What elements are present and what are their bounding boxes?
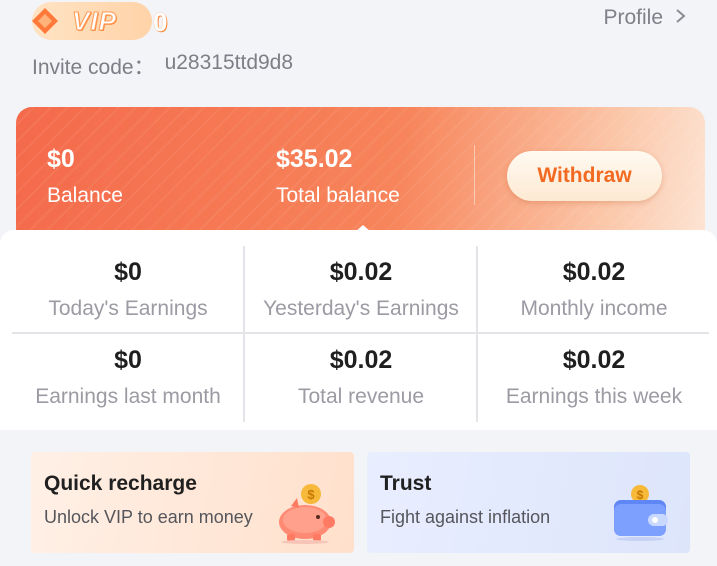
stat-label: Earnings this week bbox=[505, 385, 683, 408]
quick-recharge-card[interactable]: Quick recharge Unlock VIP to earn money … bbox=[31, 452, 354, 553]
stat-todays-earnings[interactable]: $0 Today's Earnings bbox=[12, 246, 244, 334]
invite-code-row: Invite code： u28315ttd9d8 bbox=[32, 51, 293, 81]
stat-label: Earnings last month bbox=[35, 385, 221, 408]
trust-card[interactable]: Trust Fight against inflation $ bbox=[367, 452, 690, 553]
stat-earnings-last-month[interactable]: $0 Earnings last month bbox=[12, 334, 244, 422]
stat-label: Yesterday's Earnings bbox=[263, 297, 459, 320]
invite-label: Invite code： bbox=[32, 56, 155, 79]
trust-title: Trust bbox=[380, 472, 432, 495]
grid-divider bbox=[243, 246, 245, 422]
balance-value: $0 bbox=[47, 145, 75, 173]
piggy-bank-icon: $ bbox=[273, 482, 337, 549]
stat-label: Total revenue bbox=[297, 385, 425, 408]
total-balance-block: $35.02 Total balance bbox=[276, 145, 400, 208]
balance-block: $0 Balance bbox=[47, 145, 123, 208]
trust-subtitle: Fight against inflation bbox=[380, 507, 551, 527]
wallet-icon: $ bbox=[610, 484, 672, 547]
stat-value: $0.02 bbox=[562, 346, 626, 374]
quick-recharge-subtitle: Unlock VIP to earn money bbox=[44, 507, 253, 527]
vip-level: 0 bbox=[153, 7, 168, 37]
svg-text:$: $ bbox=[637, 488, 644, 502]
diamond-icon bbox=[30, 6, 60, 36]
stat-label: Today's Earnings bbox=[48, 297, 208, 320]
grid-divider bbox=[12, 332, 709, 334]
total-balance-value: $35.02 bbox=[276, 145, 353, 173]
total-balance-label: Total balance bbox=[276, 184, 400, 207]
profile-link[interactable]: Profile bbox=[603, 6, 687, 30]
invite-code[interactable]: u28315ttd9d8 bbox=[165, 51, 293, 81]
quick-recharge-title: Quick recharge bbox=[44, 472, 197, 495]
withdraw-button[interactable]: Withdraw bbox=[507, 151, 662, 201]
balance-label: Balance bbox=[47, 184, 123, 207]
grid-divider bbox=[476, 246, 478, 422]
card-divider bbox=[474, 145, 475, 205]
stat-total-revenue[interactable]: $0.02 Total revenue bbox=[245, 334, 477, 422]
vip-label: VIP bbox=[72, 6, 117, 37]
stat-value: $0.02 bbox=[329, 346, 393, 374]
stat-label: Monthly income bbox=[520, 297, 668, 320]
stat-yesterdays-earnings[interactable]: $0.02 Yesterday's Earnings bbox=[245, 246, 477, 334]
stat-value: $0 bbox=[114, 346, 142, 374]
profile-label: Profile bbox=[603, 6, 663, 29]
stats-grid: $0 Today's Earnings $0.02 Yesterday's Ea… bbox=[12, 246, 709, 422]
stat-value: $0.02 bbox=[329, 258, 393, 286]
stat-monthly-income[interactable]: $0.02 Monthly income bbox=[478, 246, 710, 334]
stat-value: $0.02 bbox=[562, 258, 626, 286]
svg-text:$: $ bbox=[307, 487, 315, 502]
balance-card: $0 Balance $35.02 Total balance Withdraw bbox=[16, 107, 705, 247]
chevron-right-icon bbox=[675, 7, 687, 30]
vip-badge[interactable]: VIP 0 bbox=[30, 2, 167, 40]
stat-value: $0 bbox=[114, 258, 142, 286]
stat-earnings-this-week[interactable]: $0.02 Earnings this week bbox=[478, 334, 710, 422]
